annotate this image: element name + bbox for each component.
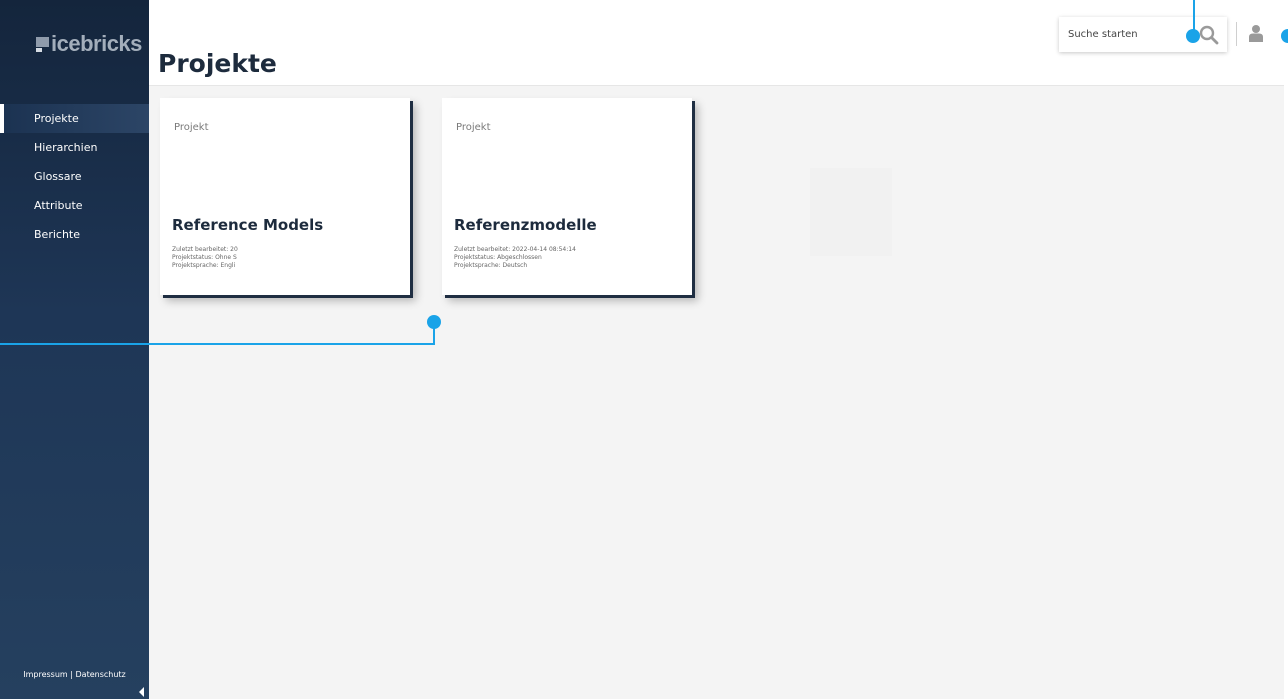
sidebar-item-label: Berichte: [34, 228, 80, 241]
search-icon[interactable]: [1199, 25, 1219, 45]
card-type-label: Projekt: [456, 122, 491, 133]
card-status: Projektstatus: Ohne S: [172, 254, 237, 261]
card-language: Projektsprache: Engli: [172, 262, 236, 269]
project-card[interactable]: Projekt Reference Models Zuletzt bearbei…: [160, 98, 410, 295]
callout-dot-user: [1281, 29, 1288, 43]
user-icon[interactable]: [1249, 24, 1263, 42]
card-title: Referenzmodelle: [454, 216, 597, 234]
header: Projekte: [149, 0, 1284, 86]
sidebar-item-glossare[interactable]: Glossare: [0, 162, 149, 191]
sidebar-item-label: Attribute: [34, 199, 83, 212]
footer-separator: |: [70, 670, 73, 679]
project-card[interactable]: Projekt Referenzmodelle Zuletzt bearbeit…: [442, 98, 692, 295]
header-divider: [1236, 22, 1237, 46]
card-type-label: Projekt: [174, 122, 209, 133]
card-meta: Zuletzt bearbeitet: 20 Projektstatus: Oh…: [172, 246, 258, 270]
card-meta: Zuletzt bearbeitet: 2022-04-14 08:54:14 …: [454, 246, 674, 270]
sidebar-nav: Projekte Hierarchien Glossare Attribute …: [0, 104, 149, 249]
logo-mark-icon: [36, 36, 49, 52]
right-edge-strip: [1284, 0, 1288, 699]
search-box: [1059, 17, 1227, 52]
sidebar-item-berichte[interactable]: Berichte: [0, 220, 149, 249]
placeholder-block: [810, 168, 892, 256]
sidebar: icebricks Projekte Hierarchien Glossare …: [0, 0, 149, 699]
sidebar-item-label: Glossare: [34, 170, 82, 183]
card-title: Reference Models: [172, 216, 324, 234]
callout-dot-card: [427, 315, 441, 329]
callout-dot-search: [1186, 29, 1200, 43]
sidebar-item-projekte[interactable]: Projekte: [0, 104, 149, 133]
impressum-link[interactable]: Impressum: [23, 670, 67, 679]
sidebar-item-label: Hierarchien: [34, 141, 98, 154]
page-title: Projekte: [158, 49, 277, 78]
sidebar-footer: Impressum | Datenschutz: [0, 670, 149, 679]
search-input[interactable]: [1068, 29, 1188, 40]
card-language: Projektsprache: Deutsch: [454, 262, 528, 269]
card-last-edited: Zuletzt bearbeitet: 20: [172, 246, 238, 253]
card-last-edited: Zuletzt bearbeitet: 2022-04-14 08:54:14: [454, 246, 576, 253]
logo[interactable]: icebricks: [36, 31, 142, 56]
logo-text: icebricks: [51, 31, 142, 56]
sidebar-item-attribute[interactable]: Attribute: [0, 191, 149, 220]
card-status: Projektstatus: Abgeschlossen: [454, 254, 542, 261]
datenschutz-link[interactable]: Datenschutz: [76, 670, 126, 679]
sidebar-item-label: Projekte: [34, 112, 79, 125]
sidebar-item-hierarchien[interactable]: Hierarchien: [0, 133, 149, 162]
callout-line: [0, 343, 435, 345]
collapse-sidebar-icon[interactable]: [139, 687, 144, 697]
